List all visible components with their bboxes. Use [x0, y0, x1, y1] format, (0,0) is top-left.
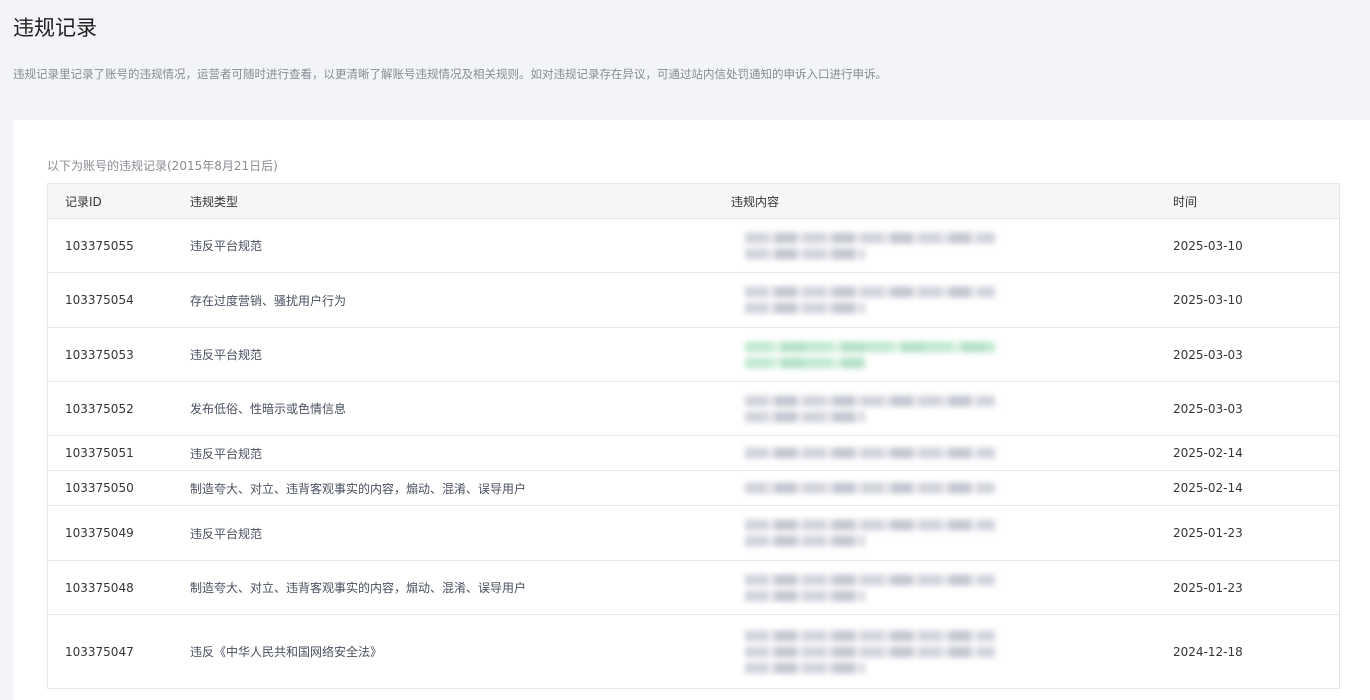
- cell-record-id: 103375051: [65, 446, 134, 460]
- cell-violation-type: 违反《中华人民共和国网络安全法》: [190, 645, 383, 659]
- cell-violation-type: 违反平台规范: [190, 239, 263, 253]
- cell-violation-content: [731, 219, 1173, 272]
- cell-record-id: 103375050: [65, 481, 134, 495]
- cell-violation-type: 违反平台规范: [190, 446, 263, 461]
- cell-violation-content: [731, 273, 1173, 327]
- redacted-content: [745, 625, 995, 678]
- redacted-content: [745, 282, 995, 319]
- header-violation-type: 违规类型: [190, 194, 239, 209]
- redacted-content: [745, 443, 995, 464]
- table-body: 103375055 违反平台规范 2025-03-10 103375054 存在过度营销…: [48, 219, 1339, 688]
- table-caption: 以下为账号的违规记录(2015年8月21日后): [47, 159, 278, 173]
- cell-violation-content: [731, 436, 1173, 470]
- violation-table: 记录ID 违规类型 违规内容 时间 103375055 违反平台规范 2025-03…: [47, 183, 1340, 689]
- cell-record-id: 103375049: [65, 526, 134, 540]
- table-row: 103375047 违反《中华人民共和国网络安全法》 2024-12-18: [48, 615, 1339, 688]
- cell-record-id: 103375054: [65, 293, 134, 307]
- header-time: 时间: [1173, 194, 1198, 209]
- cell-violation-type: 违反平台规范: [190, 526, 263, 541]
- header-violation-content: 违规内容: [731, 194, 780, 209]
- cell-time: 2025-02-14: [1173, 446, 1243, 460]
- table-row: 103375054 存在过度营销、骚扰用户行为 2025-03-10: [48, 273, 1339, 328]
- violation-records-card: 以下为账号的违规记录(2015年8月21日后) 记录ID 违规类型 违规内容 时…: [13, 120, 1370, 700]
- table-header-row: 记录ID 违规类型 违规内容 时间: [48, 184, 1339, 219]
- cell-time: 2025-02-14: [1173, 481, 1243, 495]
- cell-violation-content: [731, 561, 1173, 614]
- redacted-content: [745, 478, 995, 499]
- table-row: 103375049 违反平台规范 2025-01-23: [48, 506, 1339, 561]
- cell-violation-type: 发布低俗、性暗示或色情信息: [190, 402, 347, 416]
- table-row: 103375048 制造夸大、对立、违背客观事实的内容，煽动、混淆、误导用户 202…: [48, 561, 1339, 615]
- cell-violation-type: 存在过度营销、骚扰用户行为: [190, 293, 347, 308]
- table-row: 103375052 发布低俗、性暗示或色情信息 2025-03-03: [48, 382, 1339, 436]
- cell-record-id: 103375053: [65, 347, 134, 362]
- cell-violation-content: [731, 615, 1173, 688]
- redacted-content: [745, 515, 995, 552]
- redacted-content: [745, 569, 995, 606]
- redacted-content: [745, 227, 995, 264]
- cell-record-id: 103375047: [65, 644, 134, 659]
- cell-violation-content: [731, 328, 1173, 381]
- cell-time: 2024-12-18: [1173, 644, 1243, 659]
- cell-time: 2025-03-10: [1173, 293, 1243, 307]
- cell-time: 2025-03-03: [1173, 401, 1243, 416]
- cell-violation-content: [731, 471, 1173, 505]
- header-record-id: 记录ID: [65, 194, 102, 209]
- cell-violation-type: 制造夸大、对立、违背客观事实的内容，煽动、混淆、误导用户: [190, 581, 527, 595]
- table-row: 103375053 违反平台规范 2025-03-03: [48, 328, 1339, 382]
- redacted-content: [745, 390, 995, 427]
- cell-record-id: 103375052: [65, 401, 134, 416]
- redacted-content: [745, 336, 995, 373]
- table-row: 103375055 违反平台规范 2025-03-10: [48, 219, 1339, 273]
- cell-violation-type: 违反平台规范: [190, 348, 263, 362]
- cell-time: 2025-01-23: [1173, 580, 1243, 595]
- cell-time: 2025-01-23: [1173, 526, 1243, 540]
- cell-record-id: 103375055: [65, 238, 134, 253]
- cell-record-id: 103375048: [65, 580, 134, 595]
- cell-time: 2025-03-03: [1173, 347, 1243, 362]
- table-row: 103375051 违反平台规范 2025-02-14: [48, 436, 1339, 471]
- table-row: 103375050 制造夸大、对立、违背客观事实的内容，煽动、混淆、误导用户 202…: [48, 471, 1339, 506]
- cell-violation-type: 制造夸大、对立、违背客观事实的内容，煽动、混淆、误导用户: [190, 481, 527, 496]
- page-title: 违规记录: [13, 16, 97, 40]
- page-description: 违规记录里记录了账号的违规情况，运营者可随时进行查看，以更清晰了解账号违规情况及…: [13, 67, 887, 81]
- cell-violation-content: [731, 506, 1173, 560]
- cell-time: 2025-03-10: [1173, 238, 1243, 253]
- cell-violation-content: [731, 382, 1173, 435]
